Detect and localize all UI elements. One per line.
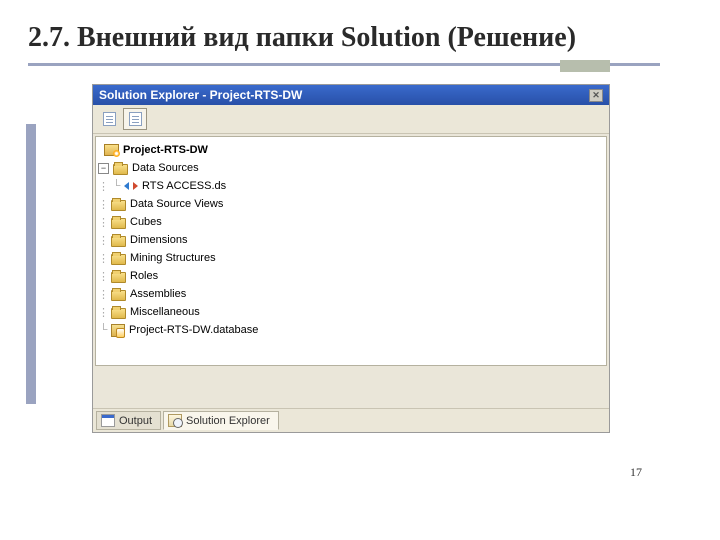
tree-label: Miscellaneous <box>130 306 200 318</box>
tree-label: Roles <box>130 270 158 282</box>
window-titlebar[interactable]: Solution Explorer - Project-RTS-DW ✕ <box>93 85 609 105</box>
show-all-icon <box>129 112 142 126</box>
tree-label: RTS ACCESS.ds <box>142 180 226 192</box>
title-underline <box>28 63 660 66</box>
collapse-icon[interactable]: − <box>98 163 109 174</box>
folder-icon <box>113 164 128 175</box>
tab-output[interactable]: Output <box>96 411 161 430</box>
slide: 2.7. Внешний вид папки Solution (Решение… <box>0 0 720 540</box>
tree-root-label: Project-RTS-DW <box>123 144 208 156</box>
slide-title: 2.7. Внешний вид папки Solution (Решение… <box>28 20 660 55</box>
tree-node-data-sources[interactable]: − Data Sources <box>98 159 604 177</box>
footer-tabs: Output Solution Explorer <box>93 408 609 432</box>
tree-root[interactable]: Project-RTS-DW <box>98 141 604 159</box>
tree-node-miscellaneous[interactable]: ⋮ Miscellaneous <box>98 303 604 321</box>
folder-icon <box>111 218 126 229</box>
tree-label: Dimensions <box>130 234 187 246</box>
tree-leaf-rts-access[interactable]: ⋮ └ RTS ACCESS.ds <box>98 177 604 195</box>
folder-icon <box>111 254 126 265</box>
tab-label: Solution Explorer <box>186 415 270 427</box>
title-accent <box>560 60 610 72</box>
tree-label: Mining Structures <box>130 252 216 264</box>
tree-label: Data Source Views <box>130 198 223 210</box>
tree-node-cubes[interactable]: ⋮ Cubes <box>98 213 604 231</box>
tree-node-assemblies[interactable]: ⋮ Assemblies <box>98 285 604 303</box>
folder-icon <box>111 272 126 283</box>
properties-icon <box>103 112 116 126</box>
solution-explorer-window: Solution Explorer - Project-RTS-DW ✕ Pro… <box>92 84 610 433</box>
tab-solution-explorer[interactable]: Solution Explorer <box>163 411 279 430</box>
tree-label: Cubes <box>130 216 162 228</box>
tree-leaf-database[interactable]: └ Project-RTS-DW.database <box>98 321 604 339</box>
solution-explorer-icon <box>168 414 182 427</box>
sidebar-accent-bar <box>26 124 36 404</box>
tree-node-dimensions[interactable]: ⋮ Dimensions <box>98 231 604 249</box>
panel-gap <box>93 368 609 408</box>
tree-view[interactable]: Project-RTS-DW − Data Sources ⋮ └ RTS AC… <box>95 136 607 366</box>
folder-icon <box>111 200 126 211</box>
folder-icon <box>111 236 126 247</box>
window-title: Solution Explorer - Project-RTS-DW <box>99 88 302 102</box>
close-icon[interactable]: ✕ <box>589 89 603 102</box>
toolbar-show-all-button[interactable] <box>123 108 147 130</box>
tree-node-data-source-views[interactable]: ⋮ Data Source Views <box>98 195 604 213</box>
tree-node-roles[interactable]: ⋮ Roles <box>98 267 604 285</box>
folder-icon <box>111 290 126 301</box>
project-icon <box>104 144 119 156</box>
tree-label: Data Sources <box>132 162 199 174</box>
output-icon <box>101 414 115 427</box>
toolbar <box>93 105 609 134</box>
database-file-icon <box>111 324 125 337</box>
toolbar-properties-button[interactable] <box>97 108 121 130</box>
tree-label: Assemblies <box>130 288 186 300</box>
page-number: 17 <box>630 465 642 480</box>
folder-icon <box>111 308 126 319</box>
tab-label: Output <box>119 415 152 427</box>
datasource-icon <box>124 179 138 193</box>
tree-node-mining-structures[interactable]: ⋮ Mining Structures <box>98 249 604 267</box>
tree-label: Project-RTS-DW.database <box>129 324 258 336</box>
